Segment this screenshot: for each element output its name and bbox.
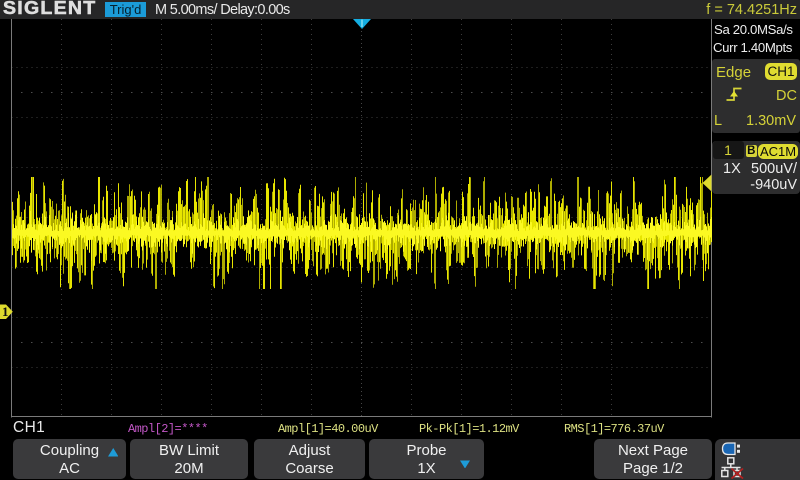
svg-text:1: 1 [2,304,9,319]
